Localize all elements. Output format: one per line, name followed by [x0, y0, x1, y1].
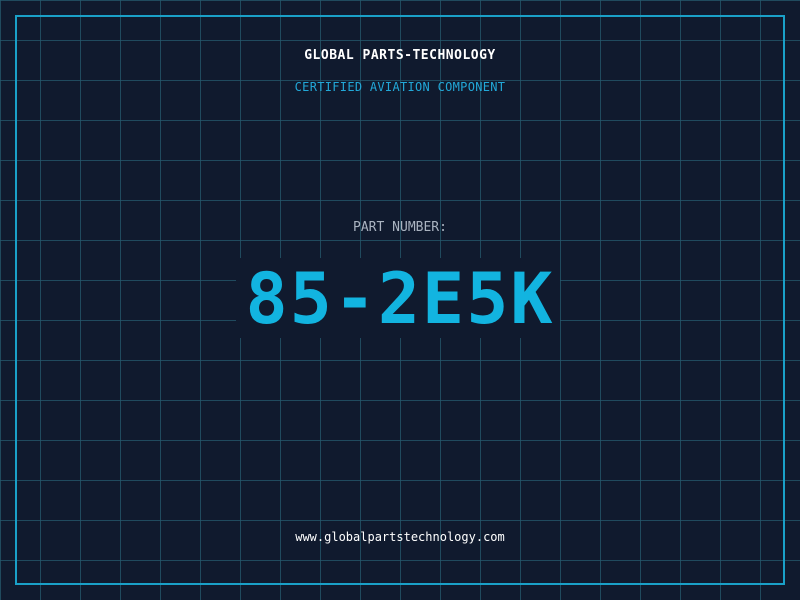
part-number-value: 85-2E5K: [245, 258, 555, 340]
company-title: GLOBAL PARTS-TECHNOLOGY: [304, 48, 496, 63]
part-number-label: PART NUMBER:: [353, 220, 447, 235]
certification-subtitle: CERTIFIED AVIATION COMPONENT: [294, 80, 506, 94]
website-url: www.globalpartstechnology.com: [295, 530, 505, 544]
label-canvas: GLOBAL PARTS-TECHNOLOGY CERTIFIED AVIATI…: [0, 0, 800, 600]
